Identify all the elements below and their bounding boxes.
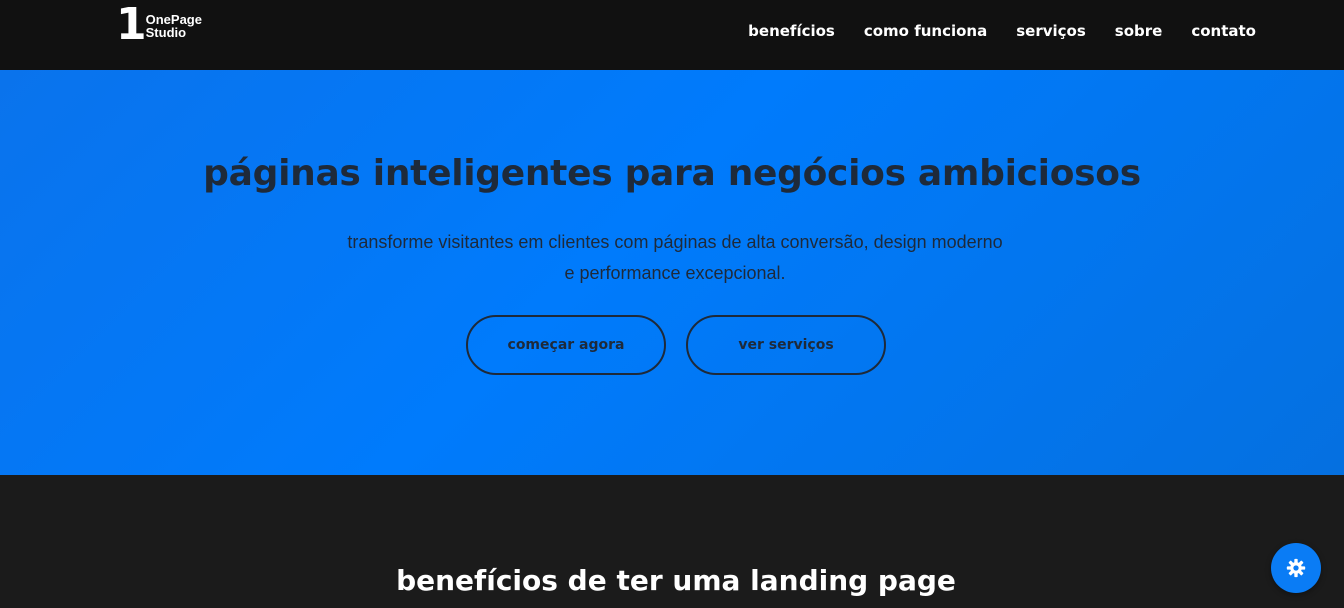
nav-link-como-funciona[interactable]: como funciona	[864, 22, 987, 40]
settings-fab-button[interactable]	[1271, 543, 1321, 593]
hero-subtitle: transforme visitantes em clientes com pá…	[322, 227, 1028, 289]
benefits-title: benefícios de ter uma landing page	[396, 564, 956, 597]
hero-subtitle-line2: e performance excepcional.	[564, 263, 786, 283]
hero-section: páginas inteligentes para negócios ambic…	[0, 70, 1344, 475]
hero-title: páginas inteligentes para negócios ambic…	[203, 153, 1141, 194]
nav-link-servicos[interactable]: serviços	[1016, 22, 1086, 40]
benefits-section: benefícios de ter uma landing page	[0, 475, 1344, 608]
start-now-button[interactable]: começar agora	[466, 315, 666, 375]
nav-links: benefícios como funciona serviços sobre …	[748, 0, 1256, 62]
view-services-button[interactable]: ver serviços	[686, 315, 886, 375]
gear-icon	[1286, 558, 1306, 578]
logo-mark: 1	[116, 0, 147, 50]
navbar: 1 OnePage Studio benefícios como funcion…	[0, 0, 1344, 70]
hero-buttons: começar agora ver serviços	[466, 315, 886, 375]
logo[interactable]: 1 OnePage Studio	[116, 0, 202, 50]
logo-text-line2: Studio	[145, 25, 187, 40]
hero-subtitle-line1: transforme visitantes em clientes com pá…	[347, 232, 1003, 252]
nav-link-contato[interactable]: contato	[1191, 22, 1256, 40]
nav-link-beneficios[interactable]: benefícios	[748, 22, 835, 40]
nav-link-sobre[interactable]: sobre	[1115, 22, 1163, 40]
logo-text: OnePage Studio	[146, 13, 202, 39]
